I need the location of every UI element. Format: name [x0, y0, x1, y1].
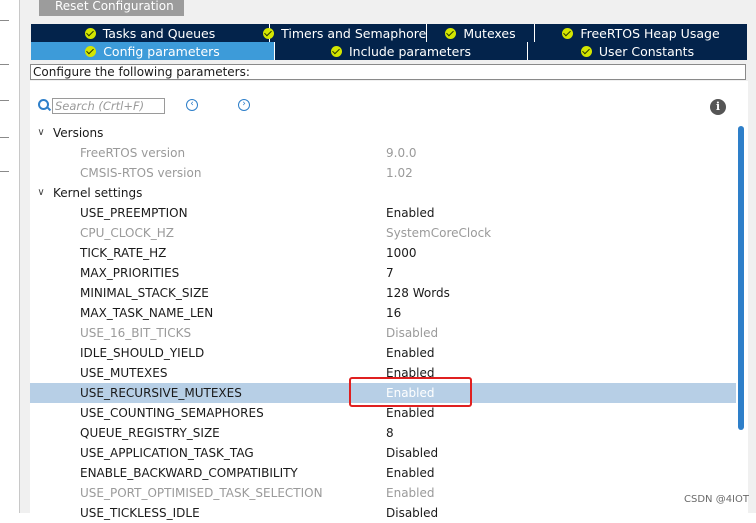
- param-row[interactable]: IDLE_SHOULD_YIELD Enabled: [30, 343, 736, 363]
- search-row: Search (Crtl+F) ‹ › i: [30, 81, 748, 125]
- tab-config-parameters[interactable]: Config parameters: [31, 42, 275, 60]
- param-value[interactable]: Enabled: [386, 203, 435, 223]
- param-row[interactable]: USE_PORT_OPTIMISED_TASK_SELECTION Enable…: [30, 483, 736, 503]
- tab-user-constants[interactable]: User Constants: [528, 42, 747, 60]
- check-icon: [331, 45, 342, 57]
- param-row[interactable]: CPU_CLOCK_HZ SystemCoreClock: [30, 223, 736, 243]
- param-value[interactable]: 1000: [386, 243, 417, 263]
- param-value[interactable]: 16: [386, 303, 401, 323]
- check-icon: [84, 27, 96, 39]
- param-value: Enabled: [386, 486, 435, 500]
- watermark: CSDN @4IOT: [684, 494, 749, 505]
- next-arrow-icon[interactable]: ›: [238, 99, 250, 111]
- tab-timers-and-semaphores[interactable]: Timers and Semaphores: [263, 24, 433, 42]
- param-value[interactable]: 128 Words: [386, 283, 450, 303]
- param-value[interactable]: Disabled: [386, 503, 438, 523]
- param-row[interactable]: USE_TICKLESS_IDLE Disabled: [30, 503, 736, 523]
- param-row[interactable]: MAX_TASK_NAME_LEN 16: [30, 303, 736, 323]
- tab-label: User Constants: [598, 43, 695, 59]
- check-icon: [85, 45, 97, 57]
- left-tick: [0, 64, 9, 65]
- tab-label: Tasks and Queues: [102, 25, 216, 41]
- left-tick: [0, 100, 9, 101]
- param-name: QUEUE_REGISTRY_SIZE: [80, 426, 220, 440]
- param-value[interactable]: Enabled: [386, 463, 435, 483]
- reset-configuration-button[interactable]: Reset Configuration: [39, 0, 184, 16]
- check-icon: [445, 27, 457, 39]
- check-icon: [562, 27, 574, 39]
- param-name: TICK_RATE_HZ: [80, 246, 167, 260]
- param-name: USE_MUTEXES: [80, 366, 168, 380]
- param-name: MAX_TASK_NAME_LEN: [80, 306, 214, 320]
- tab-label: Config parameters: [103, 43, 220, 59]
- param-name: CMSIS-RTOS version: [80, 166, 202, 180]
- param-row[interactable]: MAX_PRIORITIES 7: [30, 263, 736, 283]
- group-kernel-settings[interactable]: ∨ Kernel settings: [30, 183, 736, 203]
- param-value: 9.0.0: [386, 146, 417, 160]
- param-value: Disabled: [386, 326, 439, 340]
- param-row[interactable]: TICK_RATE_HZ 1000: [30, 243, 736, 263]
- param-row[interactable]: USE_PREEMPTION Enabled: [30, 203, 736, 223]
- tab-tasks-and-queues[interactable]: Tasks and Queues: [31, 24, 270, 42]
- tab-label: Mutexes: [463, 25, 516, 41]
- param-name: MAX_PRIORITIES: [80, 266, 180, 280]
- highlight-annotation: [349, 377, 472, 407]
- param-row[interactable]: CMSIS-RTOS version 1.02: [30, 163, 736, 183]
- group-label: Kernel settings: [53, 186, 143, 200]
- parameter-list-area: Search (Crtl+F) ‹ › i ∨ Versions FreeRTO…: [30, 81, 748, 520]
- param-name: CPU_CLOCK_HZ: [80, 226, 174, 240]
- left-tick: [0, 137, 9, 138]
- param-value[interactable]: 8: [386, 423, 394, 443]
- param-name: USE_16_BIT_TICKS: [80, 326, 192, 340]
- param-row[interactable]: ENABLE_BACKWARD_COMPATIBILITY Enabled: [30, 463, 736, 483]
- check-icon: [580, 45, 592, 57]
- previous-arrow-icon[interactable]: ‹: [186, 99, 198, 111]
- param-row[interactable]: MINIMAL_STACK_SIZE 128 Words: [30, 283, 736, 303]
- param-name: FreeRTOS version: [80, 146, 186, 160]
- param-name: USE_COUNTING_SEMAPHORES: [80, 406, 264, 420]
- left-strip: [0, 0, 20, 513]
- tab-row-2: Config parameters Include parameters Use…: [31, 42, 747, 60]
- vertical-scrollbar[interactable]: [738, 126, 744, 430]
- left-tick: [0, 171, 9, 172]
- param-name: USE_PORT_OPTIMISED_TASK_SELECTION: [80, 486, 323, 500]
- param-value: SystemCoreClock: [386, 226, 492, 240]
- search-icon: [38, 99, 49, 110]
- param-name: IDLE_SHOULD_YIELD: [80, 346, 205, 360]
- param-name: USE_RECURSIVE_MUTEXES: [80, 386, 242, 400]
- group-label: Versions: [53, 126, 104, 140]
- parameter-tree: ∨ Versions FreeRTOS version 9.0.0 CMSIS-…: [30, 123, 736, 523]
- param-name: MINIMAL_STACK_SIZE: [80, 286, 209, 300]
- configure-label: Configure the following parameters:: [30, 64, 746, 80]
- tab-include-parameters[interactable]: Include parameters: [275, 42, 528, 60]
- check-icon: [263, 27, 275, 39]
- param-value[interactable]: Enabled: [386, 343, 435, 363]
- param-value[interactable]: 7: [386, 263, 394, 283]
- tab-freertos-heap-usage[interactable]: FreeRTOS Heap Usage: [535, 24, 747, 42]
- info-icon[interactable]: i: [710, 99, 726, 115]
- tab-mutexes[interactable]: Mutexes: [427, 24, 535, 42]
- tab-label: Timers and Semaphores: [281, 25, 433, 41]
- param-row[interactable]: USE_16_BIT_TICKS Disabled: [30, 323, 736, 343]
- param-name: USE_APPLICATION_TASK_TAG: [80, 446, 254, 460]
- tab-label: FreeRTOS Heap Usage: [580, 25, 720, 41]
- param-name: ENABLE_BACKWARD_COMPATIBILITY: [80, 466, 298, 480]
- chevron-down-icon[interactable]: ∨: [36, 123, 46, 143]
- tab-row-1: Tasks and Queues Timers and Semaphores M…: [31, 24, 747, 42]
- group-versions[interactable]: ∨ Versions: [30, 123, 736, 143]
- param-name: USE_PREEMPTION: [80, 206, 188, 220]
- search-input[interactable]: Search (Crtl+F): [52, 98, 165, 114]
- chevron-down-icon[interactable]: ∨: [36, 183, 46, 203]
- param-value: 1.02: [386, 166, 413, 180]
- param-row[interactable]: USE_APPLICATION_TASK_TAG Disabled: [30, 443, 736, 463]
- tab-label: Include parameters: [349, 43, 471, 59]
- left-tick: [0, 20, 9, 21]
- param-value[interactable]: Disabled: [386, 443, 438, 463]
- param-row[interactable]: FreeRTOS version 9.0.0: [30, 143, 736, 163]
- param-name: USE_TICKLESS_IDLE: [80, 506, 200, 520]
- param-row[interactable]: QUEUE_REGISTRY_SIZE 8: [30, 423, 736, 443]
